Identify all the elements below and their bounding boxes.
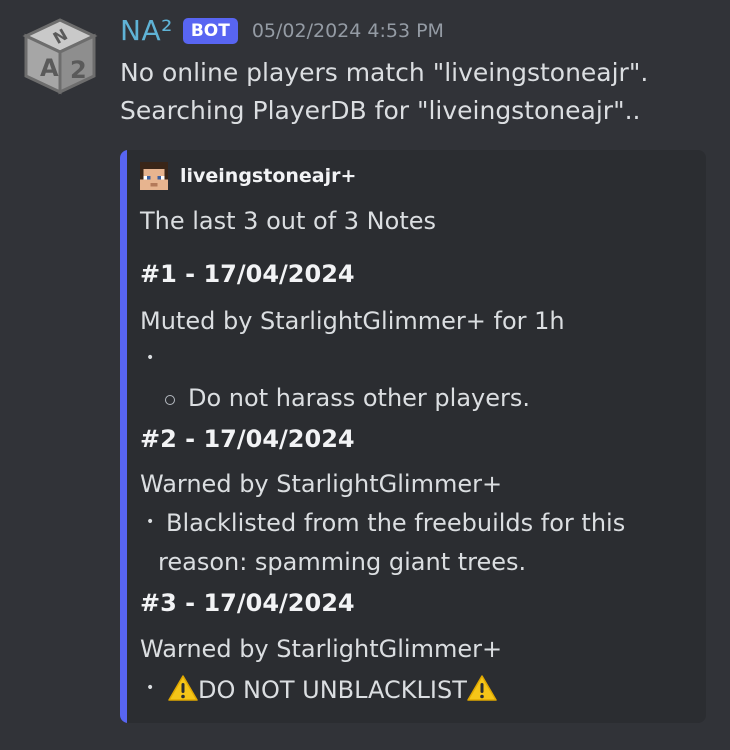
player-head-icon — [140, 162, 168, 190]
svg-text:A: A — [40, 54, 59, 82]
svg-text:2: 2 — [70, 56, 87, 84]
message-line-1: No online players match "liveingstoneajr… — [120, 58, 649, 87]
note-3-reason-text: DO NOT UNBLACKLIST — [198, 676, 467, 704]
embed-description: The last 3 out of 3 Notes — [140, 207, 436, 235]
embed-author: liveingstoneajr+ — [140, 162, 356, 190]
message-header: NA² BOT 05/02/2024 4:53 PM — [120, 14, 444, 47]
note-3-title: #3 - 17/04/2024 — [140, 589, 355, 617]
bullet-icon: • — [146, 350, 155, 366]
message-line-2: Searching PlayerDB for "liveingstoneajr"… — [120, 96, 641, 125]
note-3-reason: DO NOT UNBLACKLIST — [168, 675, 497, 704]
note-1-action: Muted by StarlightGlimmer+ for 1h — [140, 307, 565, 335]
note-1-title: #1 - 17/04/2024 — [140, 260, 355, 288]
sub-bullet-icon — [165, 395, 175, 405]
bot-avatar[interactable]: N A 2 — [22, 16, 98, 96]
note-2-reason-line-1: Blacklisted from the freebuilds for this — [166, 509, 626, 537]
note-1-reason: Do not harass other players. — [188, 384, 530, 412]
bullet-icon: • — [146, 514, 155, 530]
warning-emoji-icon — [168, 675, 198, 701]
warning-emoji-icon — [467, 675, 497, 701]
embed-author-name[interactable]: liveingstoneajr+ — [180, 165, 356, 187]
bullet-icon: • — [146, 680, 155, 696]
bot-badge: BOT — [182, 17, 238, 44]
embed-accent-bar — [120, 150, 127, 723]
embed-card: liveingstoneajr+ The last 3 out of 3 Not… — [120, 150, 706, 723]
note-2-reason-line-2: reason: spamming giant trees. — [158, 548, 527, 576]
note-2-title: #2 - 17/04/2024 — [140, 425, 355, 453]
note-3-action: Warned by StarlightGlimmer+ — [140, 635, 503, 663]
note-2-action: Warned by StarlightGlimmer+ — [140, 470, 503, 498]
author-name[interactable]: NA² — [120, 14, 173, 47]
message-timestamp[interactable]: 05/02/2024 4:53 PM — [252, 20, 444, 42]
